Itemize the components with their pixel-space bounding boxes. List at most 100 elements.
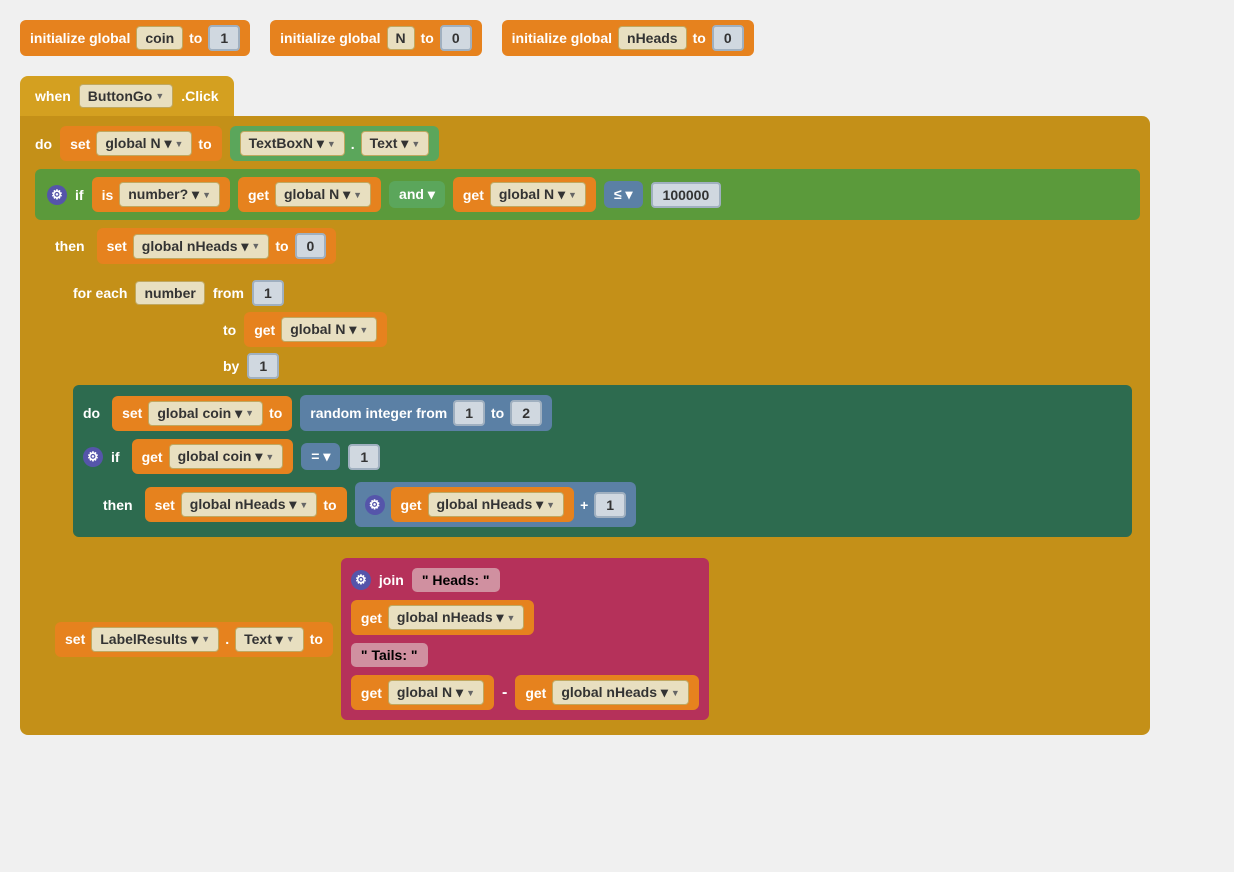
plus-one-val: 1 bbox=[594, 492, 626, 518]
set-nheads-label: set bbox=[155, 497, 175, 513]
for-each-to-row: to get global N ▾ bbox=[63, 312, 1132, 347]
heads-string-val: " Heads: " bbox=[422, 572, 490, 588]
init-nheads-block: initialize global nHeads to 0 bbox=[502, 20, 754, 56]
get-nheads2-label: get bbox=[361, 610, 382, 626]
when-block: when ButtonGo .Click bbox=[20, 76, 234, 116]
do-block: do set global N ▾ to TextBoxN ▾ . Text ▾… bbox=[20, 116, 1150, 735]
dot-lr-label: . bbox=[225, 631, 229, 647]
to2-label: to bbox=[275, 238, 288, 254]
global-n-calc-dropdown[interactable]: global N ▾ bbox=[388, 680, 484, 705]
get-nheads-block: get global nHeads ▾ bbox=[391, 487, 575, 522]
for-each-by-row: by 1 bbox=[63, 353, 1132, 379]
number-var-label: number bbox=[135, 281, 204, 305]
if-block: ⚙ if is number? ▾ get global N ▾ and ▾ g… bbox=[35, 169, 1140, 220]
get-nheads-calc-block: get global nHeads ▾ bbox=[515, 675, 699, 710]
init-coin-block: initialize global coin to 1 bbox=[20, 20, 250, 56]
init-coin-label: initialize global bbox=[30, 30, 130, 46]
global-nheads-dropdown1[interactable]: global nHeads ▾ bbox=[133, 234, 270, 259]
tails-string-block: " Tails: " bbox=[351, 643, 428, 667]
init-nheads-var: nHeads bbox=[618, 26, 687, 50]
random-from-val: 1 bbox=[453, 400, 485, 426]
if-coin-label: if bbox=[111, 449, 120, 465]
then-set-nheads-row: then set global nHeads ▾ to 0 bbox=[55, 228, 1140, 264]
workspace: initialize global coin to 1 initialize g… bbox=[20, 20, 1214, 735]
global-n-dropdown2[interactable]: global N ▾ bbox=[490, 182, 586, 207]
global-coin-dropdown2[interactable]: global coin ▾ bbox=[169, 444, 284, 469]
then-label: then bbox=[55, 238, 85, 254]
get-n-calc-label: get bbox=[361, 685, 382, 701]
set-nheads-zero-block: set global nHeads ▾ to 0 bbox=[97, 228, 337, 264]
if-label: if bbox=[75, 187, 84, 203]
global-nheads-calc-dropdown[interactable]: global nHeads ▾ bbox=[552, 680, 689, 705]
global-n-get-dropdown[interactable]: global N ▾ bbox=[275, 182, 371, 207]
equals-label: = ▾ bbox=[311, 448, 330, 465]
get-label1: get bbox=[248, 187, 269, 203]
textboxn-dropdown[interactable]: TextBoxN ▾ bbox=[240, 131, 345, 156]
join-tails-row: " Tails: " bbox=[351, 643, 699, 667]
to-label-foreach: to bbox=[223, 322, 236, 338]
tails-string-val: " Tails: " bbox=[361, 647, 418, 663]
do-label: do bbox=[35, 136, 52, 152]
result-set-row: set LabelResults ▾ . Text ▾ to ⚙ join bbox=[55, 558, 1140, 720]
get-nheads-calc-label: get bbox=[525, 685, 546, 701]
then-section: then set global nHeads ▾ to 0 for each n… bbox=[35, 228, 1140, 720]
from-label: from bbox=[213, 285, 244, 301]
init-n-block: initialize global N to 0 bbox=[270, 20, 482, 56]
is-number-block: is number? ▾ bbox=[92, 177, 230, 212]
lte-block: ≤ ▾ bbox=[604, 181, 643, 208]
for-each-label: for each bbox=[73, 285, 127, 301]
main-event-block: when ButtonGo .Click do set global N ▾ t… bbox=[20, 76, 1214, 735]
to-lr-label: to bbox=[310, 631, 323, 647]
set-coin-label: set bbox=[122, 405, 142, 421]
get-global-n-block1: get global N ▾ bbox=[238, 177, 381, 212]
random-to-val: 2 bbox=[510, 400, 542, 426]
set-nheads-block: set global nHeads ▾ to bbox=[145, 487, 347, 522]
init-n-val: 0 bbox=[440, 25, 472, 51]
then-nheads-row: then set global nHeads ▾ to ⚙ get glob bbox=[83, 482, 1122, 527]
gear-icon-join: ⚙ bbox=[351, 570, 371, 590]
global-nheads-dropdown2[interactable]: global nHeads ▾ bbox=[181, 492, 318, 517]
plus-label: + bbox=[580, 497, 588, 513]
global-n-dropdown[interactable]: global N ▾ bbox=[96, 131, 192, 156]
label-results-dropdown[interactable]: LabelResults ▾ bbox=[91, 627, 219, 652]
init-n-var: N bbox=[387, 26, 415, 50]
add-nheads-block: ⚙ get global nHeads ▾ + 1 bbox=[355, 482, 637, 527]
gear-icon-add: ⚙ bbox=[365, 495, 385, 515]
dot-label: . bbox=[351, 136, 355, 152]
get-n-label: get bbox=[254, 322, 275, 338]
random-integer-label: random integer from bbox=[310, 405, 447, 421]
if-coin-row: ⚙ if get global coin ▾ = ▾ 1 bbox=[83, 439, 1122, 474]
init-nheads-label: initialize global bbox=[512, 30, 612, 46]
lte-label: ≤ ▾ bbox=[614, 186, 633, 203]
number-check-dropdown[interactable]: number? ▾ bbox=[119, 182, 220, 207]
set-coin-block: set global coin ▾ to bbox=[112, 396, 292, 431]
event-label: .Click bbox=[181, 88, 218, 104]
for-each-from-row: for each number from 1 bbox=[63, 280, 1132, 306]
set-n-block: set global N ▾ to bbox=[60, 126, 222, 161]
do-inner-block: do set global coin ▾ to random integer f… bbox=[73, 385, 1132, 537]
get-nheads-label: get bbox=[401, 497, 422, 513]
global-nheads-join-dropdown[interactable]: global nHeads ▾ bbox=[388, 605, 525, 630]
text-prop-dropdown[interactable]: Text ▾ bbox=[361, 131, 430, 156]
global-n-foreach-dropdown[interactable]: global N ▾ bbox=[281, 317, 377, 342]
get-n-calc-block: get global N ▾ bbox=[351, 675, 494, 710]
by-label: by bbox=[223, 358, 239, 374]
limit-value: 100000 bbox=[651, 182, 722, 208]
init-nheads-to: to bbox=[693, 30, 706, 46]
init-n-to: to bbox=[421, 30, 434, 46]
heads-string-block: " Heads: " bbox=[412, 568, 500, 592]
and-block: and ▾ bbox=[389, 181, 445, 208]
init-nheads-val: 0 bbox=[712, 25, 744, 51]
global-nheads-get-dropdown[interactable]: global nHeads ▾ bbox=[428, 492, 565, 517]
button-go-dropdown[interactable]: ButtonGo bbox=[79, 84, 173, 108]
join-block: ⚙ join " Heads: " get global nHeads ▾ bbox=[341, 558, 709, 720]
text-lr-dropdown[interactable]: Text ▾ bbox=[235, 627, 304, 652]
set-label-results-block: set LabelResults ▾ . Text ▾ to bbox=[55, 622, 333, 657]
join-label: join bbox=[379, 572, 404, 588]
is-label: is bbox=[102, 187, 114, 203]
join-get-nheads-row: get global nHeads ▾ bbox=[351, 600, 699, 635]
for-each-block: for each number from 1 to get global N ▾… bbox=[55, 272, 1140, 545]
join-header-row: ⚙ join " Heads: " bbox=[351, 568, 699, 592]
global-coin-dropdown1[interactable]: global coin ▾ bbox=[148, 401, 263, 426]
set-lr-label: set bbox=[65, 631, 85, 647]
